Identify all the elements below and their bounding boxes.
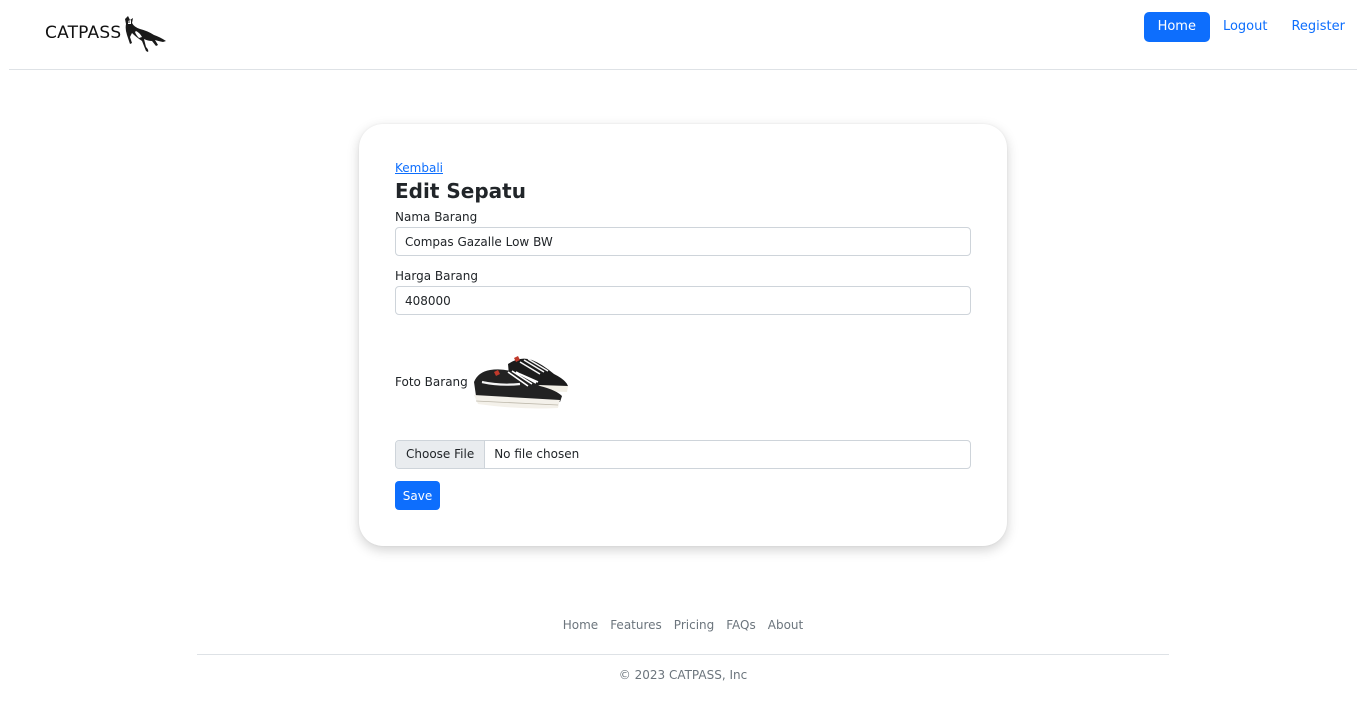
header: CATPASS Home Logout Register bbox=[9, 0, 1357, 70]
choose-file-button[interactable]: Choose File bbox=[396, 441, 486, 468]
cat-logo-icon bbox=[125, 16, 167, 52]
brand-name: CATPASS bbox=[45, 23, 122, 43]
shoe-photo bbox=[474, 356, 568, 409]
price-input[interactable] bbox=[395, 286, 971, 315]
main-nav: Home Logout Register bbox=[1143, 12, 1357, 42]
copyright: © 2023 CATPASS, Inc bbox=[618, 668, 748, 682]
footer-link-home[interactable]: Home bbox=[557, 618, 604, 632]
edit-form-card: Kembali Edit Sepatu Nama Barang Harga Ba… bbox=[359, 124, 1007, 546]
save-button[interactable]: Save bbox=[395, 481, 440, 510]
file-input[interactable]: Choose File No file chosen bbox=[395, 440, 971, 469]
name-input[interactable] bbox=[395, 227, 971, 256]
footer-link-about[interactable]: About bbox=[762, 618, 809, 632]
footer-link-faqs[interactable]: FAQs bbox=[720, 618, 762, 632]
nav-home[interactable]: Home bbox=[1143, 12, 1210, 42]
nav-logout[interactable]: Logout bbox=[1211, 12, 1280, 42]
footer-nav: Home Features Pricing FAQs About bbox=[0, 618, 1366, 632]
footer-link-features[interactable]: Features bbox=[604, 618, 668, 632]
price-label: Harga Barang bbox=[395, 269, 478, 283]
file-status: No file chosen bbox=[494, 447, 580, 461]
back-link[interactable]: Kembali bbox=[395, 161, 443, 175]
brand-link[interactable]: CATPASS bbox=[45, 15, 168, 55]
photo-label: Foto Barang bbox=[395, 375, 468, 389]
footer-link-pricing[interactable]: Pricing bbox=[668, 618, 720, 632]
footer-divider bbox=[197, 654, 1169, 655]
page-title: Edit Sepatu bbox=[395, 179, 526, 203]
nav-register[interactable]: Register bbox=[1279, 12, 1357, 42]
name-label: Nama Barang bbox=[395, 210, 478, 224]
